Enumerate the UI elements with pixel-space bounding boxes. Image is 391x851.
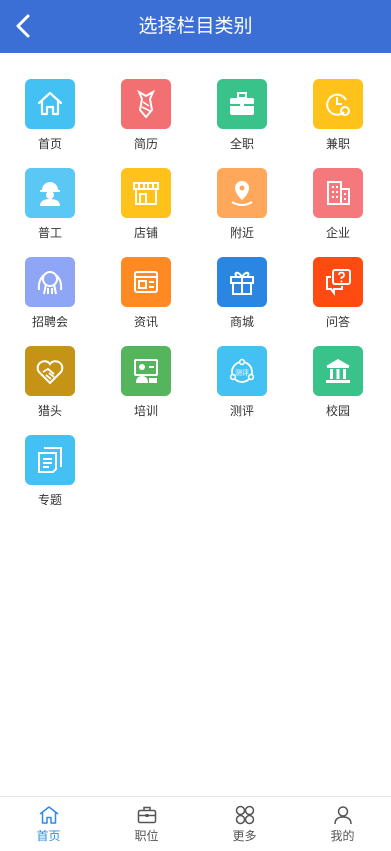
category-tile [25,168,75,218]
handshake-heart-icon [36,360,64,385]
category-tile [25,257,75,307]
category-tile [313,168,363,218]
category-tile [121,346,171,396]
worker-icon [40,182,60,206]
store-icon [133,182,159,205]
question-bubble-icon [326,269,351,296]
presentation-icon [134,359,158,383]
category-item-qa[interactable]: 问答 [289,257,387,346]
category-item-mall[interactable]: 商城 [193,257,291,346]
category-label: 兼职 [325,137,350,151]
category-label: 附近 [229,226,254,240]
campus-building-icon [326,359,350,383]
category-label: 招聘会 [31,315,68,329]
category-tile [313,257,363,307]
evaluation-badge-text: 测评 [235,369,249,377]
category-item-jobfair[interactable]: 招聘会 [1,257,99,346]
people-group-icon [37,271,63,295]
clock-icon [326,93,350,116]
category-label: 企业 [325,226,350,240]
category-label: 资讯 [133,315,158,329]
category-label: 简历 [133,137,158,151]
tab-more[interactable]: 更多 [196,797,293,851]
category-tile: 测评 [217,346,267,396]
topic-document-icon [38,447,62,473]
category-label: 猎头 [37,404,62,418]
category-label: 测评 [229,404,254,418]
category-item-home[interactable]: 首页 [1,79,99,168]
category-label: 首页 [37,137,62,151]
briefcase-icon [137,806,156,824]
category-tile [121,257,171,307]
category-label: 普工 [37,226,62,240]
tab-label: 职位 [134,829,159,843]
category-tile [217,257,267,307]
category-label: 商城 [229,315,254,329]
location-pin-icon [231,181,253,206]
category-tile [313,79,363,129]
category-tile [121,168,171,218]
category-item-training[interactable]: 培训 [97,346,195,435]
tab-home[interactable]: 首页 [0,797,97,851]
category-item-topic[interactable]: 专题 [1,435,99,524]
tab-profile[interactable]: 我的 [294,797,391,851]
category-item-nearby[interactable]: 附近 [193,168,291,257]
briefcase-icon [230,92,254,115]
category-tile [25,346,75,396]
tab-label: 首页 [36,829,61,843]
news-icon [134,271,158,293]
category-item-parttime[interactable]: 兼职 [289,79,387,168]
building-icon [327,181,350,205]
category-label: 全职 [229,137,254,151]
category-item-headhunter[interactable]: 猎头 [1,346,99,435]
category-item-fulltime[interactable]: 全职 [193,79,291,168]
category-item-news[interactable]: 资讯 [97,257,195,346]
tab-jobs[interactable]: 职位 [98,797,195,851]
gift-icon [230,271,254,295]
category-label: 校园 [325,404,350,418]
category-label: 问答 [325,315,350,329]
category-tile [217,168,267,218]
more-grid-icon [235,805,254,825]
category-tile [25,79,75,129]
category-label: 专题 [37,493,62,507]
category-label: 培训 [133,404,158,418]
home-icon [37,91,63,116]
category-item-evaluation[interactable]: 测评 测评 [193,346,291,435]
category-item-resume[interactable]: 简历 [97,79,195,168]
tab-label: 更多 [232,829,257,843]
tab-label: 我的 [330,829,355,843]
category-tile [313,346,363,396]
category-item-worker[interactable]: 普工 [1,168,99,257]
category-label: 店铺 [133,226,158,240]
category-tile [217,79,267,129]
category-item-store[interactable]: 店铺 [97,168,195,257]
category-item-enterprise[interactable]: 企业 [289,168,387,257]
person-icon [333,806,352,825]
bottom-tab-bar: 首页 职位 更多 我的 [0,796,391,850]
category-tile [25,435,75,485]
top-navigation-bar: 选择栏目类别 [0,0,391,53]
category-tile [121,79,171,129]
tie-icon [136,89,156,119]
category-item-campus[interactable]: 校园 [289,346,387,435]
evaluation-icon: 测评 [229,358,255,383]
page-title: 选择栏目类别 [138,15,253,37]
home-icon [39,806,58,824]
